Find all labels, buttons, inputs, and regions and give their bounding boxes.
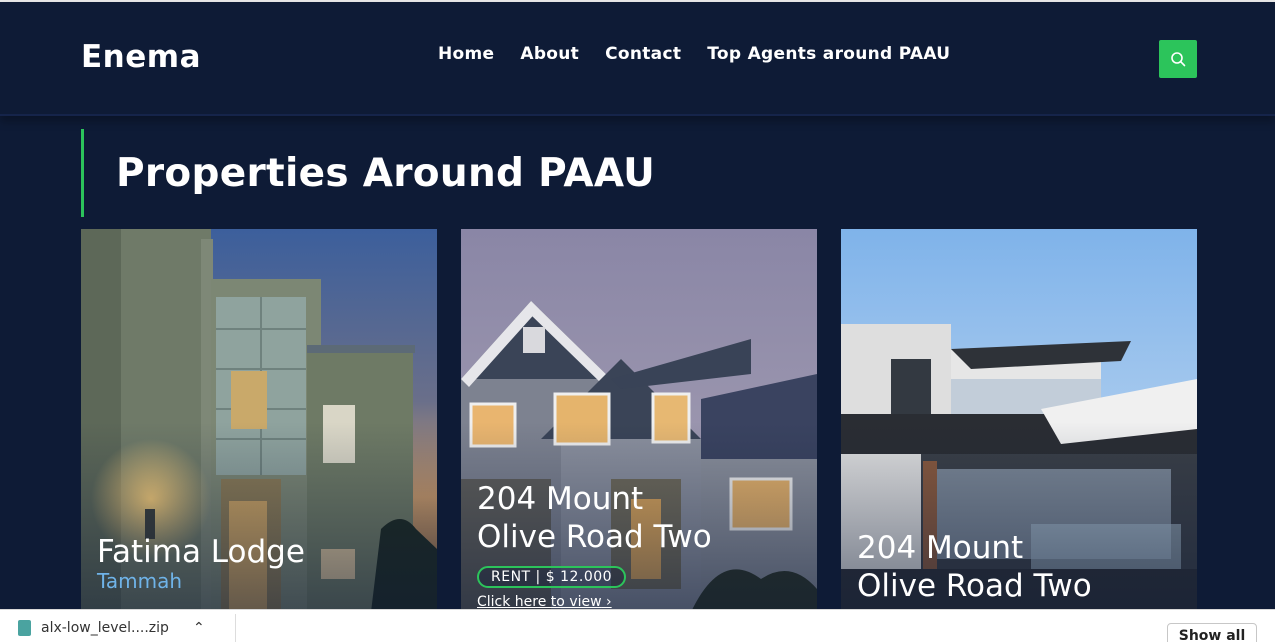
view-link[interactable]: Click here to view ›: [477, 594, 712, 610]
property-name-line-1: 204 Mount: [857, 530, 1024, 566]
property-card-204-mount-olive[interactable]: 204 Mount Olive Road Two RENT | $ 12.000…: [461, 229, 817, 612]
card-info: 204 Mount Olive Road Two: [857, 529, 1092, 605]
search-button[interactable]: [1159, 40, 1197, 78]
property-name-line-2: Olive Road Two: [857, 568, 1092, 604]
download-item[interactable]: alx-low_level....zip ⌃: [18, 620, 205, 636]
nav-home[interactable]: Home: [438, 44, 494, 64]
property-name-line-2: Olive Road Two: [477, 519, 712, 555]
card-info: 204 Mount Olive Road Two RENT | $ 12.000…: [477, 480, 712, 610]
nav-top-agents[interactable]: Top Agents around PAAU: [707, 44, 950, 64]
site-header: Enema Home About Contact Top Agents arou…: [0, 2, 1275, 116]
chevron-up-icon[interactable]: ⌃: [193, 620, 205, 636]
search-icon: [1171, 52, 1186, 67]
show-all-button[interactable]: Show all: [1167, 623, 1257, 642]
price-badge: RENT | $ 12.000: [477, 566, 627, 588]
card-info: Fatima Lodge Tammah: [97, 533, 305, 593]
property-location: Tammah: [97, 569, 183, 593]
main-nav: Home About Contact Top Agents around PAA…: [438, 44, 950, 64]
property-name-line-1: 204 Mount: [477, 481, 644, 517]
section-heading: Properties Around PAAU: [81, 129, 655, 217]
view-link-label: Click here to view: [477, 594, 602, 610]
nav-about[interactable]: About: [520, 44, 579, 64]
page-title: Properties Around PAAU: [116, 150, 656, 196]
chevron-right-icon: ›: [606, 594, 612, 610]
divider: [235, 614, 236, 642]
site-logo[interactable]: Enema: [81, 39, 201, 75]
download-filename: alx-low_level....zip: [41, 620, 169, 636]
downloads-bar: alx-low_level....zip ⌃ Show all: [0, 609, 1275, 642]
property-card-204-mount-olive-2[interactable]: 204 Mount Olive Road Two: [841, 229, 1197, 612]
property-name: Fatima Lodge: [97, 534, 305, 570]
property-card-fatima-lodge[interactable]: Fatima Lodge Tammah: [81, 229, 437, 612]
zip-file-icon: [18, 620, 31, 636]
nav-contact[interactable]: Contact: [605, 44, 681, 64]
